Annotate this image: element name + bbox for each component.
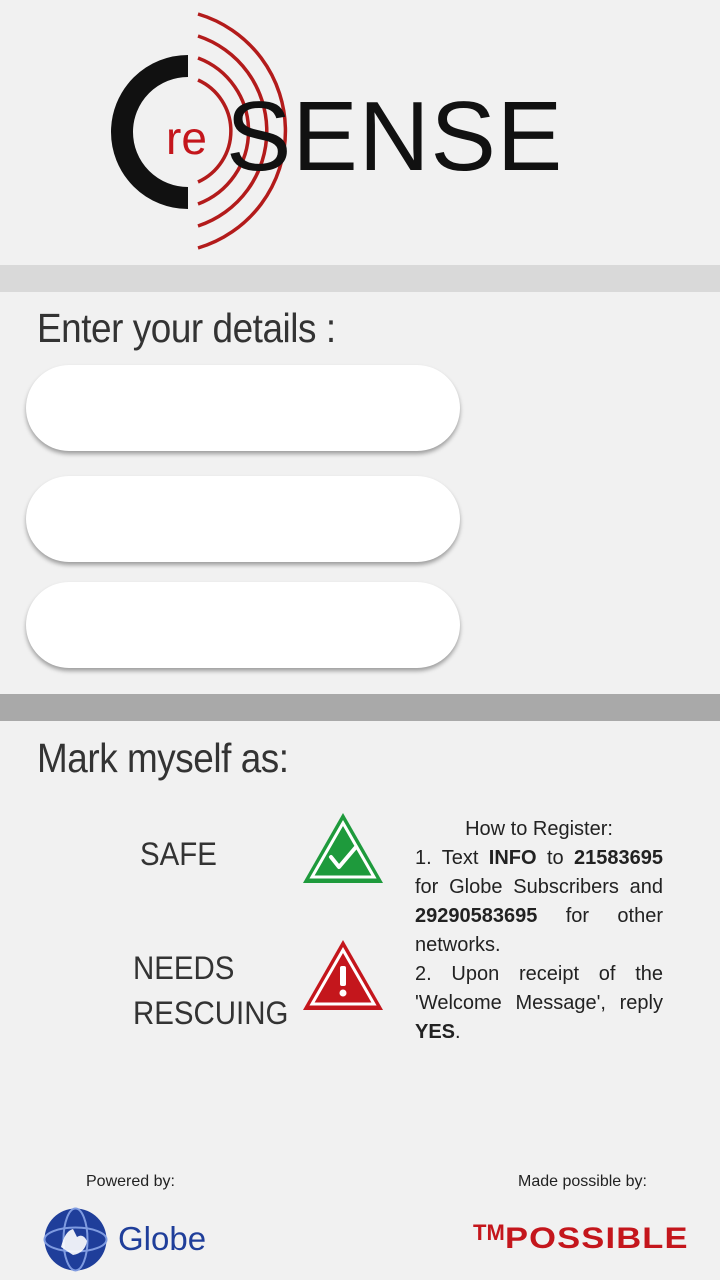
warning-triangle-icon	[303, 940, 383, 1010]
other-network-number: 29290583695	[415, 905, 538, 927]
details-title: Enter your details :	[37, 305, 336, 351]
details-field-3[interactable]	[26, 582, 460, 668]
mark-safe-button[interactable]	[301, 811, 385, 885]
svg-text:re: re	[166, 112, 207, 164]
needs-rescuing-label: NEEDS RESCUING	[133, 946, 288, 1036]
powered-by-label: Powered by:	[86, 1173, 175, 1190]
possible-tm: TM	[473, 1220, 505, 1245]
register-title: How to Register:	[465, 818, 613, 840]
info-keyword: INFO	[488, 847, 537, 869]
svg-text:SENSE: SENSE	[226, 81, 563, 191]
globe-logo-icon	[43, 1207, 108, 1272]
yes-keyword: YES	[415, 1021, 456, 1043]
globe-number: 21583695	[574, 847, 663, 869]
resense-logo: re SENSE	[110, 8, 610, 258]
details-field-1[interactable]	[26, 365, 460, 451]
possible-word: POSSIBLE	[505, 1222, 689, 1255]
how-to-register: How to Register: 1. Text INFO to 2158369…	[415, 815, 663, 1047]
check-triangle-icon	[303, 813, 383, 883]
mark-title: Mark myself as:	[37, 735, 289, 781]
divider-band	[0, 694, 720, 721]
safe-label: SAFE	[140, 836, 217, 872]
mark-needs-rescuing-button[interactable]	[301, 938, 385, 1012]
globe-brand: Globe	[118, 1220, 207, 1257]
needs-rescuing-line-2: RESCUING	[133, 995, 289, 1031]
possible-logo: TM POSSIBLE	[473, 1220, 713, 1260]
divider-band	[0, 265, 720, 292]
needs-rescuing-line-1: NEEDS	[133, 950, 235, 986]
details-field-2[interactable]	[26, 476, 460, 562]
made-possible-by-label: Made possible by:	[518, 1173, 647, 1190]
